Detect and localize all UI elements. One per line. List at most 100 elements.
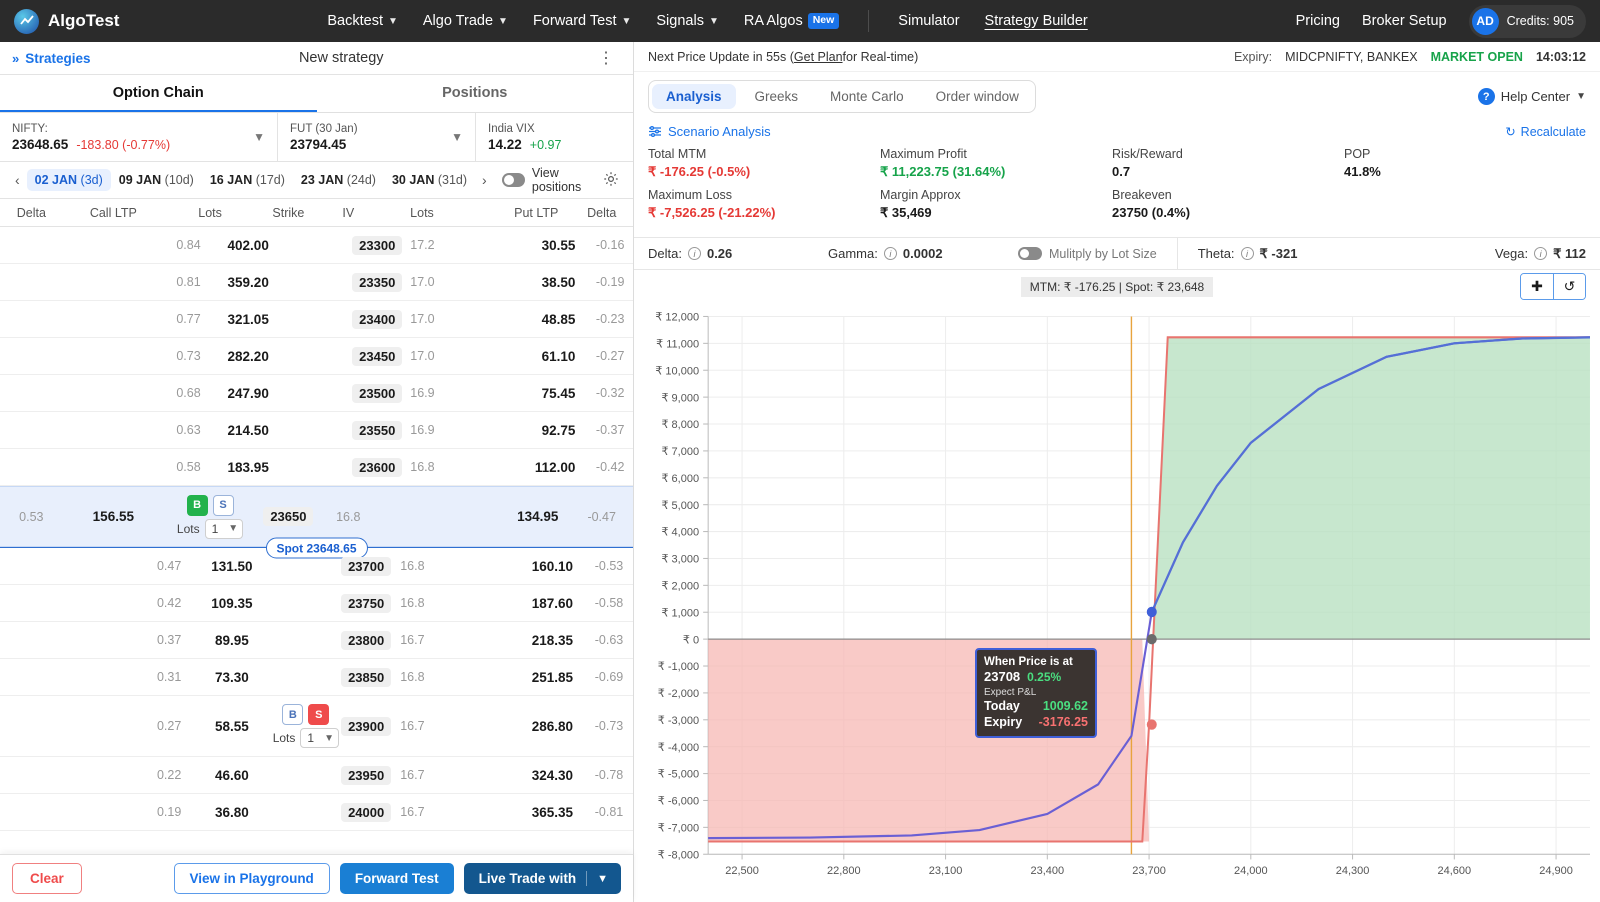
cell-put-ltp[interactable]: 134.95 (468, 509, 570, 524)
account-credits-pill[interactable]: AD Credits: 905 (1468, 4, 1586, 38)
clear-button[interactable]: Clear (12, 863, 82, 894)
tab-option-chain[interactable]: Option Chain (0, 75, 317, 112)
cell-call-ltp[interactable]: 359.20 (211, 275, 285, 290)
cell-call-ltp[interactable]: 282.20 (211, 349, 285, 364)
tab-monte-carlo[interactable]: Monte Carlo (814, 81, 920, 112)
table-row[interactable]: 0.19 36.80 24000 16.7 365.35 -0.81 (0, 794, 633, 831)
chevron-down-icon[interactable]: ▼ (597, 873, 621, 885)
payoff-svg[interactable]: ₹ 12,000 ₹ 11,000 ₹ 10,000 ₹ 9,000 ₹ 8,000 ₹ … (634, 304, 1600, 902)
cell-call-ltp[interactable]: 214.50 (211, 423, 285, 438)
chevron-down-icon[interactable]: ▼ (253, 130, 265, 144)
table-row[interactable]: 0.22 46.60 23950 16.7 324.30 -0.78 (0, 757, 633, 794)
nav-strategy-builder[interactable]: Strategy Builder (985, 13, 1088, 29)
cell-call-ltp[interactable]: 89.95 (193, 633, 271, 648)
lots-select-23900[interactable]: 1 ▼ (300, 728, 339, 748)
kebab-menu-icon[interactable]: ⋮ (592, 48, 621, 68)
help-center-button[interactable]: ? Help Center ▼ (1477, 88, 1586, 105)
chevron-down-icon[interactable]: ▼ (451, 130, 463, 144)
table-row[interactable]: 0.31 73.30 23850 16.8 251.85 -0.69 (0, 659, 633, 696)
cell-call-lots[interactable]: B S Lots 1 ▼ (164, 494, 256, 539)
nav-signals[interactable]: Signals ▼ (656, 13, 718, 29)
cell-put-ltp[interactable]: 324.30 (504, 768, 585, 783)
lots-control-23650[interactable]: Lots 1 ▼ (177, 518, 244, 539)
cell-put-ltp[interactable]: 75.45 (510, 386, 588, 401)
table-row[interactable]: 0.84 402.00 23300 17.2 30.55 -0.16 (0, 227, 633, 264)
nav-forward-test[interactable]: Forward Test ▼ (533, 13, 631, 29)
pan-icon[interactable]: ✚ (1521, 274, 1553, 299)
forward-test-button[interactable]: Forward Test (339, 863, 454, 894)
cell-call-ltp[interactable]: 156.55 (63, 509, 164, 524)
info-icon[interactable]: i (1240, 247, 1254, 260)
brand-logo-wrap[interactable]: AlgoTest (14, 8, 119, 34)
cell-call-ltp[interactable]: 109.35 (193, 596, 271, 611)
table-row[interactable]: 0.37 89.95 23800 16.7 218.35 -0.63 (0, 622, 633, 659)
tab-order-window[interactable]: Order window (920, 81, 1035, 112)
buy-sell-toggle-23650[interactable]: BS (186, 494, 234, 516)
reset-icon[interactable]: ↺ (1553, 274, 1585, 299)
cell-call-ltp[interactable]: 321.05 (211, 312, 285, 327)
cell-call-lots[interactable]: B S Lots 1 ▼ (271, 704, 341, 748)
cell-put-ltp[interactable]: 48.85 (510, 312, 588, 327)
tab-greeks[interactable]: Greeks (739, 81, 815, 112)
cell-call-ltp[interactable]: 247.90 (211, 386, 285, 401)
cell-put-ltp[interactable]: 286.80 (504, 719, 585, 734)
toggle-switch[interactable] (1018, 247, 1042, 260)
nav-broker-setup[interactable]: Broker Setup (1362, 13, 1447, 29)
view-in-playground-button[interactable]: View in Playground (173, 863, 330, 894)
nav-pricing[interactable]: Pricing (1296, 13, 1340, 29)
expiry-chip-3[interactable]: 23 JAN (24d) (293, 169, 384, 191)
cell-put-ltp[interactable]: 92.75 (510, 423, 588, 438)
view-positions-toggle[interactable] (501, 173, 525, 187)
breadcrumb-strategies[interactable]: » Strategies (12, 51, 91, 66)
info-icon[interactable]: i (687, 247, 701, 260)
chart-canvas[interactable]: ₹ 12,000 ₹ 11,000 ₹ 10,000 ₹ 9,000 ₹ 8,000 ₹ … (634, 304, 1600, 902)
nav-backtest[interactable]: Backtest ▼ (327, 13, 398, 29)
cell-put-ltp[interactable]: 365.35 (504, 805, 585, 820)
option-chain-rows[interactable]: 0.84 402.00 23300 17.2 30.55 -0.16 0.81 359.20 2… (0, 227, 633, 902)
table-row[interactable]: 0.47 131.50 23700 16.8 160.10 -0.53 (0, 548, 633, 585)
cell-put-ltp[interactable]: 160.10 (504, 559, 585, 574)
tab-positions[interactable]: Positions (317, 75, 634, 112)
table-row[interactable]: 0.68 247.90 23500 16.9 75.45 -0.32 (0, 375, 633, 412)
expiry-chip-2[interactable]: 16 JAN (17d) (202, 169, 293, 191)
table-row[interactable]: 0.73 282.20 23450 17.0 61.10 -0.27 (0, 338, 633, 375)
cell-put-ltp[interactable]: 187.60 (504, 596, 585, 611)
table-row[interactable]: 0.81 359.20 23350 17.0 38.50 -0.19 (0, 264, 633, 301)
recalculate-button[interactable]: ↻ Recalculate (1505, 124, 1586, 140)
cell-call-ltp[interactable]: 131.50 (193, 559, 271, 574)
cell-call-ltp[interactable]: 46.60 (193, 768, 271, 783)
scenario-analysis-button[interactable]: Scenario Analysis (648, 124, 771, 139)
multiply-by-lot-size-toggle[interactable]: Mulitply by Lot Size (1018, 247, 1157, 261)
cell-call-ltp[interactable]: 402.00 (211, 238, 285, 253)
lots-control-23900[interactable]: Lots 1 ▼ (273, 728, 339, 748)
expiry-chip-0[interactable]: 02 JAN (3d) (26, 169, 111, 191)
cell-put-ltp[interactable]: 218.35 (504, 633, 585, 648)
fut-selector[interactable]: FUT (30 Jan) 23794.45 ▼ (278, 113, 476, 161)
nifty-selector[interactable]: NIFTY: 23648.65 -183.80 (-0.77%) ▼ (0, 113, 278, 161)
table-row[interactable]: 0.58 183.95 23600 16.8 112.00 -0.42 (0, 449, 633, 486)
sell-button-23900[interactable]: S (308, 704, 330, 725)
nav-algo-trade[interactable]: Algo Trade ▼ (423, 13, 508, 29)
cell-call-ltp[interactable]: 73.30 (193, 670, 271, 685)
expiry-chip-4[interactable]: 30 JAN (31d) (384, 169, 475, 191)
cell-call-ltp[interactable]: 183.95 (211, 460, 285, 475)
lots-select-23650[interactable]: 1 ▼ (204, 518, 244, 539)
expiry-chip-1[interactable]: 09 JAN (10d) (111, 169, 202, 191)
nav-ra-algos[interactable]: RA Algos New (744, 13, 840, 29)
cell-put-ltp[interactable]: 112.00 (510, 460, 588, 475)
buy-button-23650[interactable]: B (186, 494, 208, 516)
tab-analysis[interactable]: Analysis (652, 84, 736, 109)
cell-put-ltp[interactable]: 30.55 (510, 238, 588, 253)
buy-sell-toggle-23900[interactable]: BS (282, 704, 330, 725)
sell-button-23650[interactable]: S (212, 494, 234, 516)
cell-put-ltp[interactable]: 251.85 (504, 670, 585, 685)
gear-icon[interactable] (603, 171, 619, 190)
cell-call-ltp[interactable]: 36.80 (193, 805, 271, 820)
table-row[interactable]: 0.27 58.55 B S Lots 1 ▼ 23900 16.7 286.80 -0.73 (0, 696, 633, 757)
nav-simulator[interactable]: Simulator (898, 13, 959, 29)
expiry-next-icon[interactable]: › (475, 172, 494, 188)
info-icon[interactable]: i (883, 247, 897, 260)
expiry-prev-icon[interactable]: ‹ (8, 172, 27, 188)
live-trade-button[interactable]: Live Trade with ▼ (463, 863, 621, 894)
table-row[interactable]: 0.42 109.35 23750 16.8 187.60 -0.58 (0, 585, 633, 622)
